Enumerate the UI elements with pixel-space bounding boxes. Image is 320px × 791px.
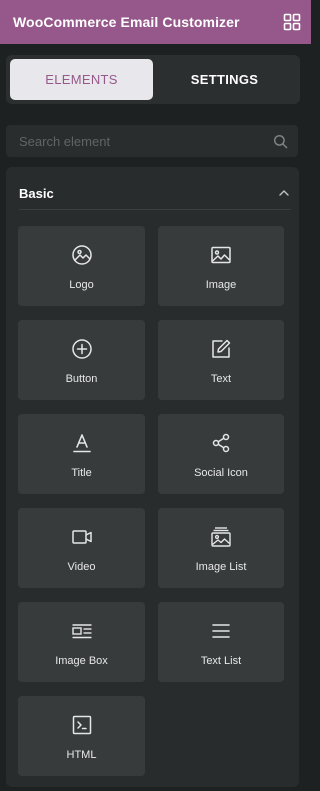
panel-tabs: ELEMENTS SETTINGS [6, 55, 300, 104]
tile-label: Image List [195, 560, 247, 573]
tile-label: Social Icon [194, 466, 248, 479]
tile-label: Logo [69, 278, 94, 291]
search-box [6, 125, 298, 157]
app-header: WooCommerce Email Customizer [0, 0, 311, 44]
image-icon [210, 244, 232, 266]
elements-panel: Basic Logo Image Button Text Title Socia… [6, 167, 299, 787]
element-image-list[interactable]: Image List [158, 508, 284, 588]
tile-label: Text [210, 372, 232, 385]
grid-icon[interactable] [282, 12, 302, 32]
text-edit-icon [210, 338, 232, 360]
video-icon [71, 526, 93, 548]
tile-label: Title [71, 466, 92, 479]
chevron-up-icon[interactable] [277, 186, 291, 200]
image-box-icon [71, 620, 93, 642]
element-logo[interactable]: Logo [18, 226, 145, 306]
element-grid: Logo Image Button Text Title Social Icon… [18, 226, 284, 776]
tile-label: Video [67, 560, 96, 573]
logo-icon [71, 244, 93, 266]
element-text[interactable]: Text [158, 320, 284, 400]
search-icon[interactable] [272, 133, 288, 149]
app-title: WooCommerce Email Customizer [13, 14, 240, 30]
search-input[interactable] [19, 133, 272, 149]
tile-label: Image [205, 278, 237, 291]
element-image[interactable]: Image [158, 226, 284, 306]
element-image-box[interactable]: Image Box [18, 602, 145, 682]
element-social-icon[interactable]: Social Icon [158, 414, 284, 494]
share-icon [210, 432, 232, 454]
tile-label: Button [65, 372, 98, 385]
tab-settings[interactable]: SETTINGS [153, 59, 296, 100]
section-title: Basic [19, 185, 54, 201]
section-basic-header[interactable]: Basic [19, 177, 291, 210]
title-icon [71, 432, 93, 454]
element-video[interactable]: Video [18, 508, 145, 588]
element-text-list[interactable]: Text List [158, 602, 284, 682]
element-title[interactable]: Title [18, 414, 145, 494]
tab-elements[interactable]: ELEMENTS [10, 59, 153, 100]
tile-label: Text List [200, 654, 242, 667]
tile-label: Image Box [55, 654, 108, 667]
image-list-icon [210, 526, 232, 548]
html-icon [71, 714, 93, 736]
element-button[interactable]: Button [18, 320, 145, 400]
button-icon [71, 338, 93, 360]
tile-label: HTML [66, 748, 97, 761]
element-html[interactable]: HTML [18, 696, 145, 776]
text-list-icon [210, 620, 232, 642]
